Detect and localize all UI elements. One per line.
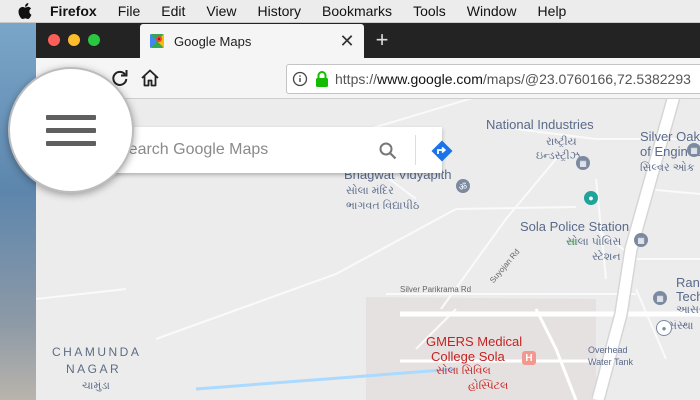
tab-title: Google Maps: [174, 33, 252, 49]
search-icon[interactable]: [378, 141, 398, 161]
google-maps-favicon-icon: [150, 34, 164, 48]
silver-oak-pin-icon[interactable]: ▦: [687, 143, 700, 157]
menu-window[interactable]: Window: [467, 3, 517, 19]
menu-app-firefox[interactable]: Firefox: [50, 3, 97, 19]
label-aasar-gj: આસર: [676, 304, 700, 316]
menu-magnifier[interactable]: [8, 67, 134, 193]
label-national-industries[interactable]: National Industries: [486, 117, 594, 132]
new-tab-icon[interactable]: +: [370, 28, 394, 52]
home-icon[interactable]: [138, 66, 162, 90]
label-bhagwat-gj: ભાગવત વિદ્યાપીઠ: [346, 200, 420, 212]
minimize-window-button[interactable]: [68, 34, 80, 46]
label-rashtriya-gj: રાષ્ટ્રીય: [546, 136, 577, 148]
apple-icon[interactable]: [18, 3, 32, 19]
search-divider: [415, 135, 416, 165]
police-pin-icon[interactable]: ●: [584, 191, 598, 205]
label-silver-oak[interactable]: Silver Oak: [640, 129, 700, 144]
browser-window: Google Maps ✕ + https://www.google.com/m…: [36, 22, 700, 400]
menu-edit[interactable]: Edit: [161, 3, 185, 19]
label-sola-civil-gj: સોલા સિવિલ: [436, 365, 491, 377]
menu-bar: Firefox File Edit View History Bookmarks…: [0, 0, 700, 23]
hamburger-bar-bottom: [46, 140, 96, 146]
url-scheme: https://: [335, 71, 378, 87]
label-station-gj: સ્ટેશન: [592, 251, 621, 263]
hamburger-bar-middle: [46, 127, 96, 133]
institute-pin-icon[interactable]: ▦: [653, 291, 667, 305]
water-tank-pin-icon[interactable]: ●: [656, 320, 672, 336]
label-ranc[interactable]: Ranc: [676, 275, 700, 290]
tab-bar: Google Maps ✕ +: [36, 22, 700, 58]
label-sola-mandir-gj: સોલા મંદિર: [346, 185, 394, 197]
hospital-pin-icon[interactable]: H: [522, 351, 536, 365]
label-sola-police-station[interactable]: Sola Police Station: [520, 219, 629, 234]
close-tab-icon[interactable]: ✕: [336, 30, 358, 52]
temple-pin-icon[interactable]: ॐ: [456, 179, 470, 193]
menu-bookmarks[interactable]: Bookmarks: [322, 3, 392, 19]
national-industries-pin-icon[interactable]: ▦: [576, 156, 590, 170]
map-canvas[interactable]: National Industries રાષ્ટ્રીય ઇન્ડસ્ટ્રી…: [36, 99, 700, 400]
desktop-background: [0, 22, 36, 400]
tab-google-maps[interactable]: Google Maps ✕: [140, 24, 364, 58]
label-nagar: NAGAR: [66, 362, 122, 376]
label-chamunda: CHAMUNDA: [52, 345, 142, 359]
close-window-button[interactable]: [48, 34, 60, 46]
site-info-icon[interactable]: [287, 65, 313, 93]
label-hospital-gj: હોસ્પિટલ: [468, 380, 509, 392]
url-path: /maps/@23.0760166,72.5382293: [482, 71, 691, 87]
label-chamunda-gj: ચામુંડા: [82, 380, 110, 392]
navigation-toolbar: https://www.google.com/maps/@23.0760166,…: [36, 58, 700, 99]
search-box: [108, 127, 453, 173]
label-overhead[interactable]: Overhead: [588, 345, 628, 355]
url-text: https://www.google.com/maps/@23.0760166,…: [335, 71, 691, 87]
label-silver-parikrama-rd: Silver Parikrama Rd: [400, 285, 472, 294]
hamburger-bar-top: [46, 114, 96, 120]
label-college-sola[interactable]: College Sola: [431, 349, 505, 364]
address-bar[interactable]: https://www.google.com/maps/@23.0760166,…: [286, 64, 700, 94]
menu-tools[interactable]: Tools: [413, 3, 446, 19]
search-input[interactable]: [116, 140, 340, 160]
label-silver-oak-gj: સિલ્વર ઓક: [640, 162, 695, 174]
menu-history[interactable]: History: [257, 3, 301, 19]
secure-lock-icon: [316, 71, 328, 87]
menu-view[interactable]: View: [206, 3, 236, 19]
label-water-tank[interactable]: Water Tank: [588, 357, 633, 367]
zoom-window-button[interactable]: [88, 34, 100, 46]
label-industries-gj: ઇન્ડસ્ટ્રીઝ: [536, 150, 581, 162]
label-tech[interactable]: Tech: [676, 289, 700, 304]
police-station-pin-icon[interactable]: ▦: [634, 233, 648, 247]
directions-icon[interactable]: [430, 139, 454, 163]
url-host: www.google.com: [377, 71, 483, 87]
menu-help[interactable]: Help: [538, 3, 567, 19]
label-sola-police-gj: સોલા પોલિસ: [566, 236, 622, 248]
menu-file[interactable]: File: [118, 3, 141, 19]
label-gmers-medical[interactable]: GMERS Medical: [426, 334, 522, 349]
